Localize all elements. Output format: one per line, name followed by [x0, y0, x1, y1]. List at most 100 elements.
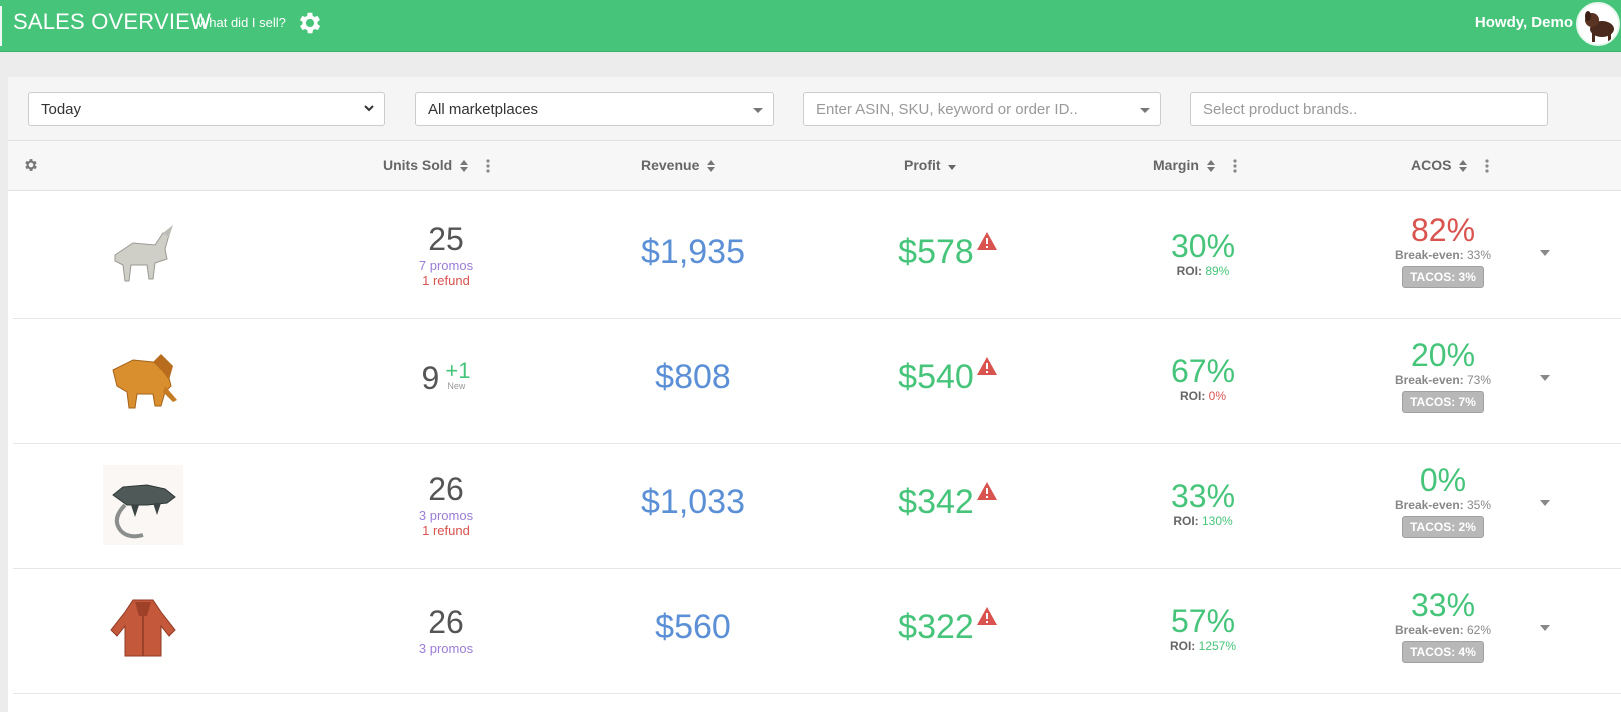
warning-triangle-icon[interactable]	[976, 231, 998, 251]
caret-down-icon	[1140, 108, 1150, 113]
roi-line: ROI: 0%	[1093, 389, 1313, 403]
break-even-label: Break-even:	[1394, 373, 1467, 388]
caret-down-icon[interactable]	[1540, 624, 1550, 632]
sort-icon[interactable]	[460, 160, 469, 173]
margin-value: 33%	[1170, 478, 1236, 514]
profit-value: $342	[898, 483, 974, 521]
promos-link[interactable]: 3 promos	[336, 508, 556, 524]
roi-line: ROI: 89%	[1093, 264, 1313, 278]
kebab-icon[interactable]	[486, 159, 490, 173]
origami-goat-thumbnail	[114, 225, 173, 282]
new-units-badge: +1 New	[445, 360, 470, 391]
margin-value: 57%	[1170, 603, 1236, 639]
brand-select[interactable]: Select product brands..	[1190, 92, 1548, 126]
break-even-value: 73%	[1467, 373, 1492, 388]
revenue-value: $808	[655, 358, 731, 396]
margin-value: 67%	[1170, 353, 1236, 389]
period-value: Today	[41, 101, 82, 118]
origami-rat-thumbnail	[103, 465, 183, 545]
table-header: Units Sold Revenue Profit Margin ACOS	[8, 141, 1621, 191]
user-greeting[interactable]: Howdy, Demo	[1475, 14, 1573, 31]
avatar[interactable]	[1576, 2, 1620, 46]
new-units-label: New	[447, 381, 466, 391]
break-even-label: Break-even:	[1394, 248, 1467, 263]
origami-hoodie-thumbnail	[110, 599, 176, 657]
tacos-badge: TACOS: 7%	[1402, 391, 1484, 414]
top-bar-edge	[0, 6, 2, 46]
margin-cell: 57% ROI: 1257%	[1093, 603, 1313, 654]
warning-triangle-icon[interactable]	[976, 481, 998, 501]
warning-triangle-icon[interactable]	[976, 356, 998, 376]
profit-value: $322	[898, 608, 974, 646]
profit-cell: $578	[833, 231, 1063, 272]
brand-placeholder: Select product brands..	[1203, 101, 1358, 118]
caret-down-icon[interactable]	[1540, 499, 1550, 507]
refund-link[interactable]: 1 refund	[336, 523, 556, 539]
profit-value: $578	[898, 233, 974, 271]
column-units-sold[interactable]: Units Sold	[383, 157, 490, 173]
search-input[interactable]: Enter ASIN, SKU, keyword or order ID..	[803, 92, 1161, 126]
gear-icon[interactable]	[296, 9, 324, 37]
roi-label: ROI:	[1173, 514, 1202, 529]
acos-cell: 0% Break-even: 35% TACOS: 2%	[1333, 462, 1553, 539]
units-cell: 9 +1 New	[336, 360, 556, 397]
margin-cell: 33% ROI: 130%	[1093, 478, 1313, 528]
kebab-icon[interactable]	[1233, 159, 1237, 173]
column-acos[interactable]: ACOS	[1411, 157, 1489, 173]
origami-elephant-thumbnail	[112, 354, 177, 409]
table-row[interactable]: 25 7 promos 1 refund $1,935 $578 30% ROI…	[13, 191, 1621, 319]
column-label: Units Sold	[383, 157, 453, 173]
units-sold-value: 9	[421, 360, 440, 396]
acos-value: 0%	[1419, 462, 1467, 498]
break-even-line: Break-even: 35%	[1333, 498, 1553, 512]
roi-line: ROI: 130%	[1093, 514, 1313, 528]
warning-triangle-icon[interactable]	[976, 606, 998, 626]
break-even-line: Break-even: 73%	[1333, 373, 1553, 387]
caret-down-icon[interactable]	[1540, 249, 1550, 257]
page-subtitle: What did I sell?	[197, 15, 286, 30]
table-row[interactable]: 9 +1 New $808 $540 67% ROI: 0% 20% Break-e…	[13, 316, 1621, 444]
tacos-badge: TACOS: 2%	[1402, 516, 1484, 539]
break-even-value: 33%	[1467, 248, 1492, 263]
marketplace-value: All marketplaces	[428, 101, 539, 118]
revenue-value: $1,033	[641, 483, 745, 521]
search-placeholder: Enter ASIN, SKU, keyword or order ID..	[816, 101, 1078, 118]
column-margin[interactable]: Margin	[1153, 157, 1237, 173]
profit-cell: $540	[833, 356, 1063, 397]
gear-icon[interactable]	[23, 157, 39, 173]
kebab-icon[interactable]	[1485, 159, 1489, 173]
roi-value: 0%	[1208, 389, 1226, 404]
column-label: Margin	[1153, 157, 1199, 173]
units-cell: 26 3 promos 1 refund	[336, 471, 556, 539]
break-even-label: Break-even:	[1394, 623, 1467, 638]
sort-desc-icon[interactable]	[948, 160, 957, 172]
caret-down-icon[interactable]	[1540, 374, 1550, 382]
sort-icon[interactable]	[1206, 160, 1215, 173]
margin-cell: 30% ROI: 89%	[1093, 228, 1313, 278]
break-even-label: Break-even:	[1394, 498, 1467, 513]
table-row[interactable]: 26 3 promos $560 $322 57% ROI: 1257% 33%…	[13, 566, 1621, 694]
margin-value: 30%	[1170, 228, 1236, 264]
sales-panel: Today All marketplaces Enter ASIN, SKU, …	[8, 77, 1621, 712]
column-profit[interactable]: Profit	[904, 157, 957, 173]
table-row[interactable]: 26 3 promos 1 refund $1,033 $342 33% ROI…	[13, 441, 1621, 569]
column-label: Revenue	[641, 157, 700, 173]
page-title: SALES OVERVIEW	[13, 9, 212, 34]
promos-link[interactable]: 7 promos	[336, 258, 556, 274]
acos-cell: 33% Break-even: 62% TACOS: 4%	[1333, 587, 1553, 664]
acos-cell: 82% Break-even: 33% TACOS: 3%	[1333, 212, 1553, 289]
tacos-badge: TACOS: 4%	[1402, 641, 1484, 664]
revenue-value: $1,935	[641, 233, 745, 271]
marketplace-select[interactable]: All marketplaces	[415, 92, 774, 126]
column-revenue[interactable]: Revenue	[641, 157, 716, 173]
units-cell: 26 3 promos	[336, 604, 556, 656]
sort-icon[interactable]	[1459, 160, 1468, 173]
promos-link[interactable]: 3 promos	[336, 641, 556, 657]
roi-label: ROI:	[1176, 264, 1206, 279]
chevron-down-icon	[364, 105, 374, 112]
refund-link[interactable]: 1 refund	[336, 273, 556, 289]
break-even-value: 35%	[1467, 498, 1492, 513]
sort-icon[interactable]	[707, 160, 716, 173]
roi-value: 1257%	[1198, 639, 1237, 654]
period-select[interactable]: Today	[28, 92, 385, 126]
